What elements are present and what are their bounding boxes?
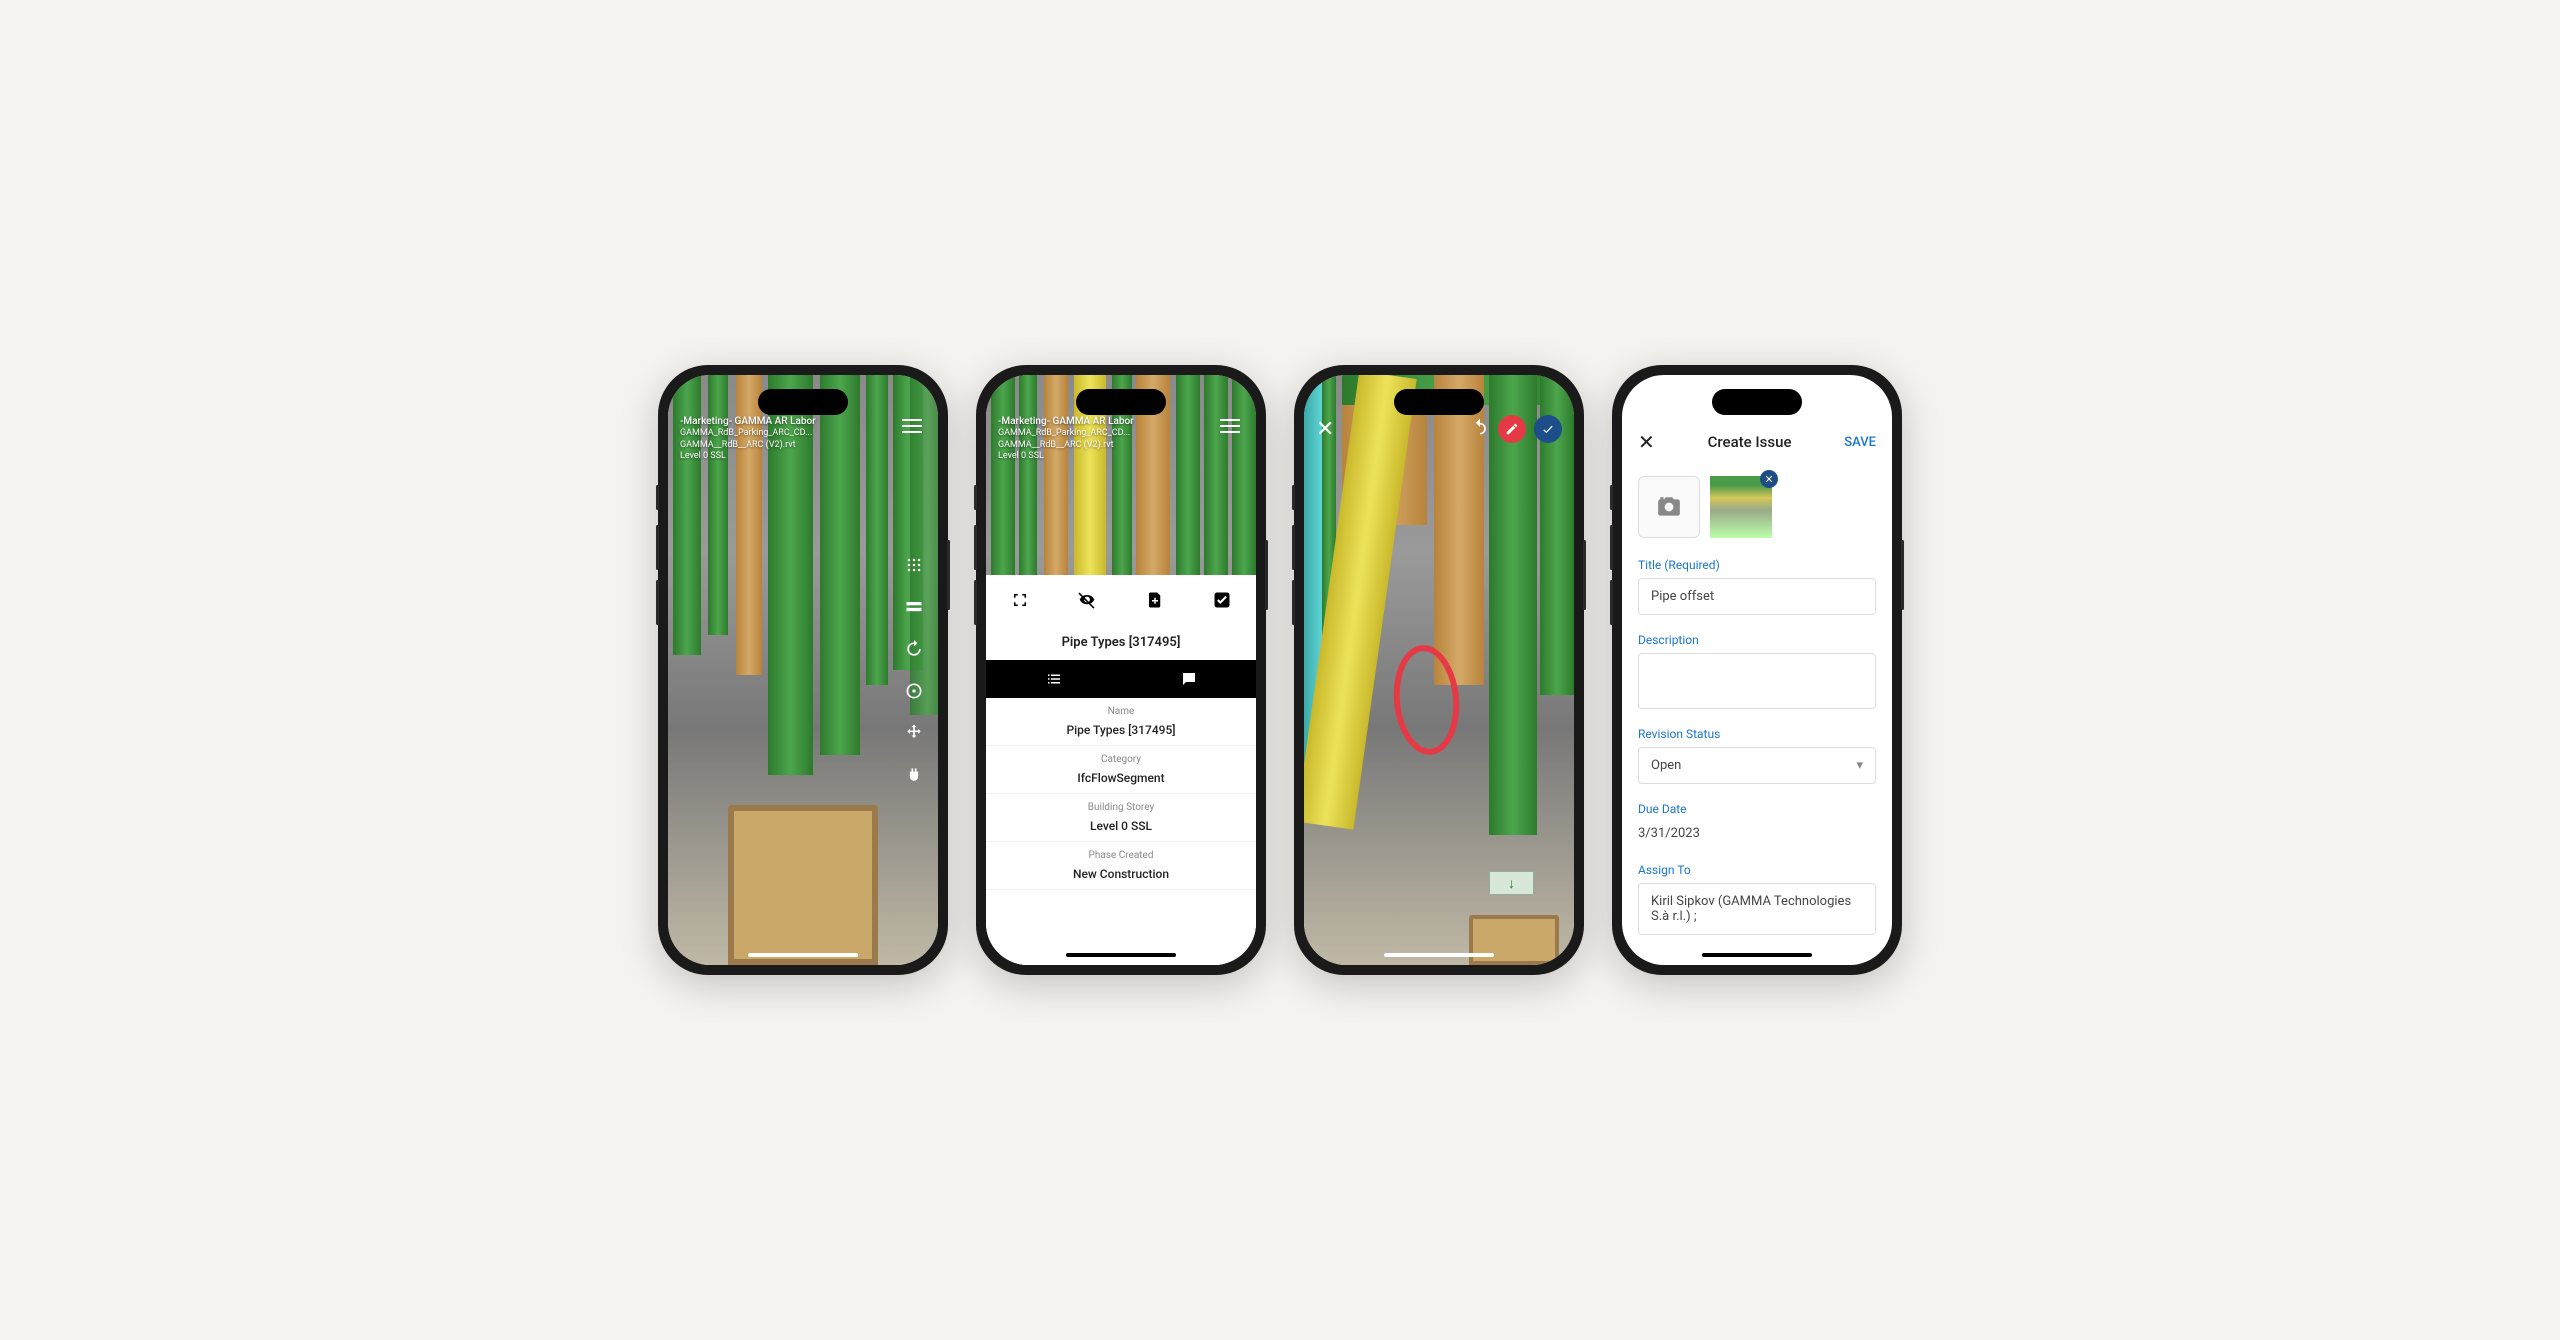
tab-list[interactable] (986, 660, 1121, 698)
assign-input[interactable]: Kiril Sipkov (GAMMA Technologies S.à r.l… (1638, 883, 1876, 935)
project-header: -Marketing- GAMMA AR Labor GAMMA_RdB_Par… (680, 415, 816, 463)
phone-4-create-issue: ✕ Create Issue SAVE ✕ Title (Required) P… (1612, 365, 1902, 975)
phone-3-annotation: ↓ ✕ (1294, 365, 1584, 975)
revision-label: Revision Status (1638, 727, 1876, 741)
history-icon[interactable] (902, 637, 926, 661)
phone-2-properties: -Marketing- GAMMA AR Labor GAMMA_RdB_Par… (976, 365, 1266, 975)
visibility-off-icon[interactable] (1076, 589, 1098, 611)
phone-1-ar-view: -Marketing- GAMMA AR Labor GAMMA_RdB_Par… (658, 365, 948, 975)
close-icon[interactable]: ✕ (1316, 417, 1334, 442)
title-label: Title (Required) (1638, 558, 1876, 572)
pencil-icon[interactable] (1498, 415, 1526, 443)
locate-icon[interactable] (902, 679, 926, 703)
project-header: -Marketing- GAMMA AR Labor GAMMA_RdB_Par… (998, 415, 1134, 463)
page-title: Create Issue (1708, 433, 1792, 451)
panel-title: Pipe Types [317495] (986, 625, 1256, 660)
move-icon[interactable] (902, 721, 926, 745)
confirm-icon[interactable] (1534, 415, 1562, 443)
due-date-label: Due Date (1638, 802, 1876, 816)
properties-list[interactable]: NamePipe Types [317495] CategoryIfcFlowS… (986, 698, 1256, 965)
description-label: Description (1638, 633, 1876, 647)
title-input[interactable]: Pipe offset (1638, 578, 1876, 615)
plug-icon[interactable] (902, 763, 926, 787)
grid-icon[interactable] (902, 553, 926, 577)
exit-sign: ↓ (1489, 871, 1534, 895)
add-photo-button[interactable] (1638, 476, 1700, 538)
checkbox-icon[interactable] (1211, 589, 1233, 611)
description-input[interactable] (1638, 653, 1876, 709)
remove-attachment-icon[interactable]: ✕ (1760, 470, 1778, 488)
assign-label: Assign To (1638, 863, 1876, 877)
revision-select[interactable]: Open ▾ (1638, 747, 1876, 784)
fullscreen-icon[interactable] (1009, 589, 1031, 611)
menu-icon[interactable] (898, 415, 926, 437)
layers-icon[interactable] (902, 595, 926, 619)
due-date-input[interactable]: 3/31/2023 (1638, 822, 1876, 845)
close-icon[interactable]: ✕ (1638, 430, 1655, 454)
menu-icon[interactable] (1216, 415, 1244, 437)
undo-icon[interactable] (1470, 417, 1490, 441)
attachment-thumbnail[interactable]: ✕ (1710, 476, 1772, 538)
tab-comments[interactable] (1121, 660, 1256, 698)
properties-panel: Pipe Types [317495] NamePipe Types [3174… (986, 575, 1256, 965)
save-button[interactable]: SAVE (1844, 435, 1876, 450)
chevron-down-icon: ▾ (1856, 758, 1863, 773)
ar-viewport[interactable]: ↓ ✕ (1304, 375, 1574, 965)
add-document-icon[interactable] (1144, 589, 1166, 611)
ar-viewport[interactable]: -Marketing- GAMMA AR Labor GAMMA_RdB_Par… (668, 375, 938, 965)
